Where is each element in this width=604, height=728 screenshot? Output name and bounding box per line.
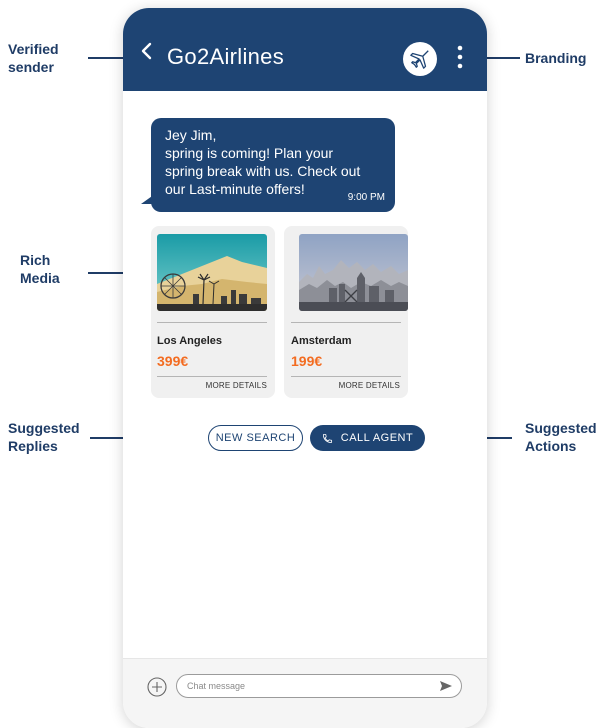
more-details-button[interactable]: MORE DETAILS (206, 381, 267, 390)
card-divider (157, 376, 267, 377)
chat-message-input[interactable] (176, 674, 462, 698)
callout-branding: Branding (525, 50, 587, 66)
suggested-action-label: CALL AGENT (340, 432, 414, 444)
airplane-icon (410, 50, 429, 69)
brand-logo[interactable] (403, 42, 437, 76)
card-divider (291, 376, 401, 377)
sender-name: Go2Airlines (167, 44, 285, 69)
plus-circle-icon[interactable] (147, 677, 167, 697)
los-angeles-image (157, 234, 267, 311)
suggested-action-call-agent[interactable]: CALL AGENT (310, 425, 425, 451)
callout-suggested-actions: Suggested Actions (525, 420, 597, 454)
more-options-icon[interactable] (457, 44, 463, 70)
callout-verified-sender: Verified sender (8, 41, 59, 75)
message-text: Jey Jim, spring is coming! Plan your spr… (165, 127, 361, 197)
back-arrow-icon[interactable] (139, 41, 155, 61)
leader-branding (484, 57, 520, 59)
message-bubble: Jey Jim, spring is coming! Plan your spr… (151, 118, 395, 212)
callout-rich-media: Rich Media (20, 252, 60, 286)
send-icon[interactable] (439, 679, 453, 693)
composer-bar (123, 658, 487, 728)
card-divider (291, 322, 401, 323)
phone-icon (322, 433, 333, 444)
suggested-reply-label: NEW SEARCH (215, 432, 296, 444)
callout-suggested-replies: Suggested Replies (8, 420, 80, 454)
suggested-reply-new-search[interactable]: NEW SEARCH (208, 425, 303, 451)
card-title: Amsterdam (291, 335, 352, 347)
rich-card-amsterdam[interactable]: Amsterdam 199€ MORE DETAILS (284, 226, 408, 398)
card-price: 199€ (291, 353, 323, 369)
app-header: Go2Airlines (123, 8, 487, 91)
card-title: Los Angeles (157, 335, 222, 347)
more-details-button[interactable]: MORE DETAILS (339, 381, 400, 390)
message-timestamp: 9:00 PM (347, 192, 385, 203)
phone-frame: Go2Airlines Jey Jim, spring is coming! P… (123, 8, 487, 728)
rich-card-los-angeles[interactable]: Los Angeles 399€ MORE DETAILS (151, 226, 275, 398)
card-price: 399€ (157, 353, 189, 369)
card-divider (157, 322, 267, 323)
amsterdam-image (299, 234, 408, 311)
